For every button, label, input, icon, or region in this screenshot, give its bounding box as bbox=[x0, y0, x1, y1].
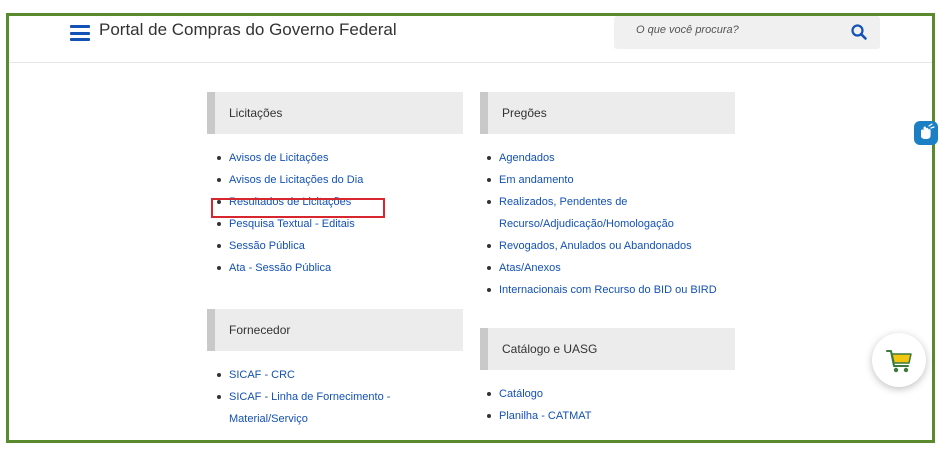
section-header-licitacoes: Licitações bbox=[207, 92, 463, 134]
link-catalogo[interactable]: Catálogo bbox=[499, 388, 543, 400]
list-item: Sessão Pública bbox=[215, 235, 465, 257]
search-input[interactable] bbox=[634, 23, 838, 37]
shopping-cart-icon bbox=[886, 350, 912, 373]
link-atas-anexos[interactable]: Atas/Anexos bbox=[499, 262, 561, 274]
link-ata-sessao-publica[interactable]: Ata - Sessão Pública bbox=[229, 262, 331, 274]
link-sicaf-crc[interactable]: SICAF - CRC bbox=[229, 369, 295, 381]
cart-button[interactable] bbox=[872, 333, 926, 387]
section-header-fornecedor: Fornecedor bbox=[207, 309, 463, 351]
list-item: Revogados, Anulados ou Abandonados bbox=[485, 235, 765, 257]
link-avisos-de-licitacoes-do-dia[interactable]: Avisos de Licitações do Dia bbox=[229, 174, 363, 186]
list-item: Agendados bbox=[485, 147, 765, 169]
link-recurso-adjudicacao-homologacao[interactable]: Recurso/Adjudicação/Homologação bbox=[499, 218, 674, 230]
link-pesquisa-textual-editais[interactable]: Pesquisa Textual - Editais bbox=[229, 218, 355, 230]
list-item-continuation: Recurso/Adjudicação/Homologação bbox=[485, 213, 765, 235]
link-avisos-de-licitacoes[interactable]: Avisos de Licitações bbox=[229, 152, 328, 164]
list-item: SICAF - Linha de Fornecimento - bbox=[215, 386, 475, 408]
list-item: Avisos de Licitações bbox=[215, 147, 465, 169]
list-item: Catálogo bbox=[485, 383, 745, 405]
accessibility-hand-icon bbox=[921, 123, 935, 139]
list-item: Avisos de Licitações do Dia bbox=[215, 169, 465, 191]
catalogo-link-list: Catálogo Planilha - CATMAT bbox=[485, 383, 745, 427]
fornecedor-link-list: SICAF - CRC SICAF - Linha de Forneciment… bbox=[215, 364, 475, 430]
list-item: SICAF - CRC bbox=[215, 364, 475, 386]
section-header-catalogo-uasg: Catálogo e UASG bbox=[480, 328, 735, 370]
link-sicaf-linha-fornecimento[interactable]: SICAF - Linha de Fornecimento - bbox=[229, 391, 390, 403]
list-item: Planilha - CATMAT bbox=[485, 405, 745, 427]
accessibility-button[interactable] bbox=[914, 121, 938, 145]
link-planilha-catmat[interactable]: Planilha - CATMAT bbox=[499, 410, 592, 422]
list-item: Em andamento bbox=[485, 169, 765, 191]
highlight-box-resultados bbox=[211, 198, 385, 218]
link-internacionais-bid-bird[interactable]: Internacionais com Recurso do BID ou BIR… bbox=[499, 284, 717, 296]
link-sessao-publica[interactable]: Sessão Pública bbox=[229, 240, 305, 252]
section-title-fornecedor: Fornecedor bbox=[229, 323, 291, 337]
link-material-servico[interactable]: Material/Serviço bbox=[229, 413, 308, 425]
list-item: Ata - Sessão Pública bbox=[215, 257, 465, 279]
section-title-catalogo-uasg: Catálogo e UASG bbox=[502, 342, 598, 356]
hamburger-menu-icon[interactable] bbox=[70, 25, 90, 41]
search-box bbox=[614, 16, 880, 49]
link-agendados[interactable]: Agendados bbox=[499, 152, 555, 164]
portal-title[interactable]: Portal de Compras do Governo Federal bbox=[99, 20, 397, 40]
link-em-andamento[interactable]: Em andamento bbox=[499, 174, 574, 186]
section-header-pregoes: Pregões bbox=[480, 92, 735, 134]
list-item: Atas/Anexos bbox=[485, 257, 765, 279]
link-realizados-pendentes[interactable]: Realizados, Pendentes de bbox=[499, 196, 627, 208]
section-title-pregoes: Pregões bbox=[502, 106, 547, 120]
search-icon[interactable] bbox=[850, 23, 868, 41]
list-item: Realizados, Pendentes de bbox=[485, 191, 765, 213]
link-revogados-anulados-abandonados[interactable]: Revogados, Anulados ou Abandonados bbox=[499, 240, 692, 252]
list-item: Internacionais com Recurso do BID ou BIR… bbox=[485, 279, 765, 301]
site-header: Portal de Compras do Governo Federal bbox=[9, 16, 932, 63]
section-title-licitacoes: Licitações bbox=[229, 106, 283, 120]
list-item-continuation: Material/Serviço bbox=[215, 408, 475, 430]
pregoes-link-list: Agendados Em andamento Realizados, Pende… bbox=[485, 147, 765, 301]
